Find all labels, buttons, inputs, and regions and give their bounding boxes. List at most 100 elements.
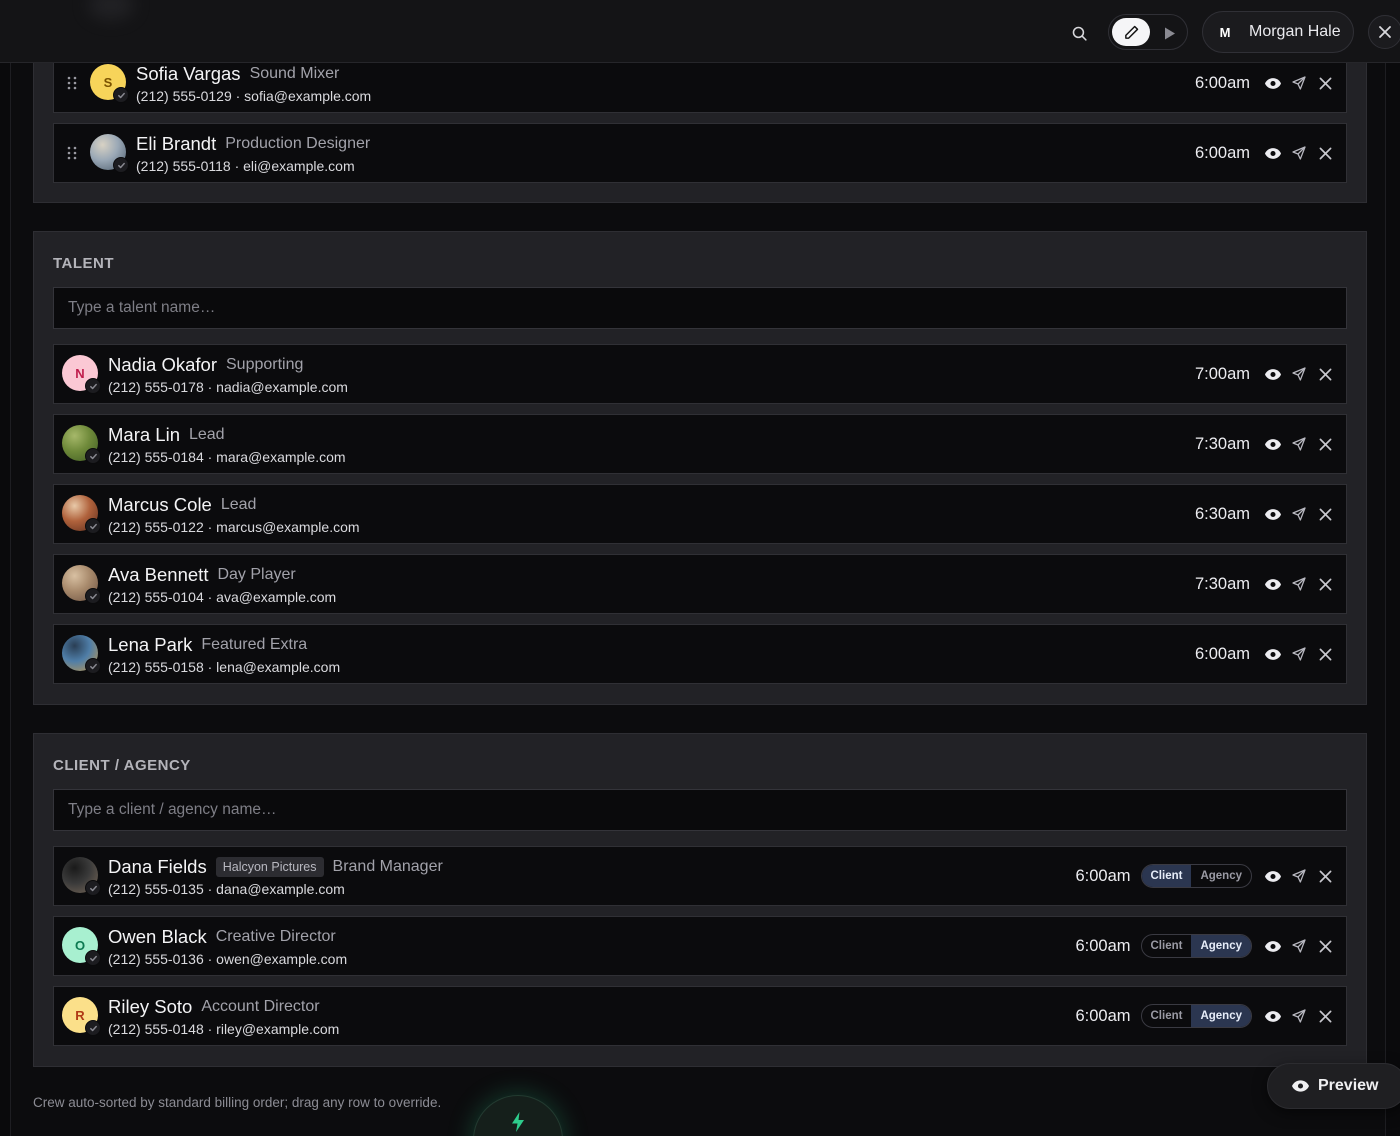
talent-row[interactable]: Marcus Cole Lead (212) 555-0122 · marcus@e… (53, 484, 1347, 544)
client-agency-name-input[interactable] (53, 789, 1347, 831)
remove-button[interactable] (1312, 863, 1338, 889)
call-time[interactable]: 7:30am (1195, 435, 1250, 454)
avatar-initial: N (75, 365, 85, 381)
view-button[interactable] (1260, 501, 1286, 527)
row-details: Marcus Cole Lead (212) 555-0122 · marcus@e… (108, 494, 360, 535)
remove-button[interactable] (1312, 70, 1338, 96)
check-icon (85, 518, 101, 534)
row-details: Owen Black Creative Director (212) 555-013… (108, 926, 347, 967)
call-time[interactable]: 6:00am (1075, 867, 1130, 886)
person-name: Lena Park (108, 634, 193, 655)
eye-icon (1265, 508, 1281, 520)
play-icon (1165, 27, 1175, 39)
crew-row[interactable]: Eli Brandt Production Designer (212) 555-0… (53, 123, 1347, 183)
send-icon (1291, 576, 1307, 592)
client-agency-toggle[interactable]: Client Agency (1140, 934, 1252, 958)
client-agency-row[interactable]: R Riley Soto Account Director (212) 555-014… (53, 986, 1347, 1046)
send-icon (1291, 938, 1307, 954)
view-button[interactable] (1260, 641, 1286, 667)
client-agency-section-title: CLIENT / AGENCY (53, 757, 191, 774)
person-name: Riley Soto (108, 996, 193, 1017)
send-button[interactable] (1286, 571, 1312, 597)
top-bar: M Morgan Hale (0, 0, 1400, 63)
client-option[interactable]: Client (1142, 935, 1192, 957)
drag-handle-icon[interactable] (66, 74, 78, 92)
agency-option[interactable]: Agency (1191, 935, 1251, 957)
remove-button[interactable] (1312, 431, 1338, 457)
lightning-icon (512, 1112, 524, 1132)
call-time[interactable]: 6:00am (1195, 144, 1250, 163)
edit-mode-button[interactable] (1112, 18, 1150, 46)
call-time[interactable]: 6:30am (1195, 505, 1250, 524)
view-button[interactable] (1260, 1003, 1286, 1029)
call-time[interactable]: 6:00am (1075, 1007, 1130, 1026)
avatar-initial: O (74, 937, 86, 953)
client-option[interactable]: Client (1141, 865, 1192, 887)
agency-option[interactable]: Agency (1191, 865, 1251, 887)
view-button[interactable] (1260, 70, 1286, 96)
remove-button[interactable] (1312, 361, 1338, 387)
talent-row[interactable]: Mara Lin Lead (212) 555-0184 · mara@exampl… (53, 414, 1347, 474)
close-icon (1319, 368, 1332, 381)
send-button[interactable] (1286, 863, 1312, 889)
agency-option[interactable]: Agency (1191, 1005, 1251, 1027)
client-option[interactable]: Client (1142, 1005, 1192, 1027)
remove-button[interactable] (1312, 641, 1338, 667)
send-button[interactable] (1286, 641, 1312, 667)
call-time[interactable]: 6:00am (1195, 74, 1250, 93)
row-actions: 7:00am (1195, 345, 1338, 403)
view-button[interactable] (1260, 571, 1286, 597)
send-button[interactable] (1286, 70, 1312, 96)
view-button[interactable] (1260, 933, 1286, 959)
play-mode-button[interactable] (1161, 24, 1179, 42)
talent-row[interactable]: Ava Bennett Day Player (212) 555-0104 · av… (53, 554, 1347, 614)
preview-button[interactable]: Preview (1267, 1063, 1400, 1109)
send-icon (1291, 145, 1307, 161)
client-agency-row[interactable]: Dana Fields Halcyon Pictures Brand Manager… (53, 846, 1347, 906)
call-time[interactable]: 7:30am (1195, 575, 1250, 594)
person-name: Owen Black (108, 926, 207, 947)
drag-handle-icon[interactable] (66, 144, 78, 162)
remove-button[interactable] (1312, 571, 1338, 597)
person-role: Production Designer (225, 135, 371, 152)
remove-button[interactable] (1312, 501, 1338, 527)
view-button[interactable] (1260, 431, 1286, 457)
call-time[interactable]: 6:00am (1195, 645, 1250, 664)
send-button[interactable] (1286, 140, 1312, 166)
send-icon (1291, 506, 1307, 522)
client-agency-toggle[interactable]: Client Agency (1140, 864, 1252, 888)
send-button[interactable] (1286, 1003, 1312, 1029)
search-button[interactable] (1066, 20, 1092, 46)
view-button[interactable] (1260, 140, 1286, 166)
remove-button[interactable] (1312, 1003, 1338, 1029)
talent-row[interactable]: Lena Park Featured Extra (212) 555-0158 · … (53, 624, 1347, 684)
eye-icon (1265, 648, 1281, 660)
send-button[interactable] (1286, 933, 1312, 959)
contact-info: (212) 555-0135 · dana@example.com (108, 881, 345, 897)
client-agency-toggle[interactable]: Client Agency (1140, 1004, 1252, 1028)
user-menu[interactable]: M Morgan Hale (1202, 11, 1354, 53)
remove-button[interactable] (1312, 140, 1338, 166)
send-button[interactable] (1286, 361, 1312, 387)
person-role: Lead (188, 426, 225, 443)
send-button[interactable] (1286, 431, 1312, 457)
close-button[interactable] (1368, 15, 1400, 49)
talent-section-title: TALENT (53, 255, 115, 272)
view-button[interactable] (1260, 863, 1286, 889)
check-icon (113, 87, 129, 103)
send-button[interactable] (1286, 501, 1312, 527)
person-role: Featured Extra (201, 636, 308, 653)
client-agency-section: CLIENT / AGENCY Dana Fields Halcyon Pictu… (33, 733, 1367, 1067)
client-agency-row[interactable]: O Owen Black Creative Director (212) 555-01… (53, 916, 1347, 976)
call-time[interactable]: 7:00am (1195, 365, 1250, 384)
person-role: Lead (220, 496, 257, 513)
close-icon (1319, 1010, 1332, 1023)
call-time[interactable]: 6:00am (1075, 937, 1130, 956)
talent-name-input[interactable] (53, 287, 1347, 329)
view-button[interactable] (1260, 361, 1286, 387)
person-name: Sofia Vargas (136, 63, 241, 84)
remove-button[interactable] (1312, 933, 1338, 959)
edit-play-mode-toggle[interactable] (1108, 14, 1188, 50)
talent-row[interactable]: N Nadia Okafor Supporting (212) 555-0178 · … (53, 344, 1347, 404)
row-details: Sofia Vargas Sound Mixer (212) 555-0129 · … (136, 63, 371, 104)
